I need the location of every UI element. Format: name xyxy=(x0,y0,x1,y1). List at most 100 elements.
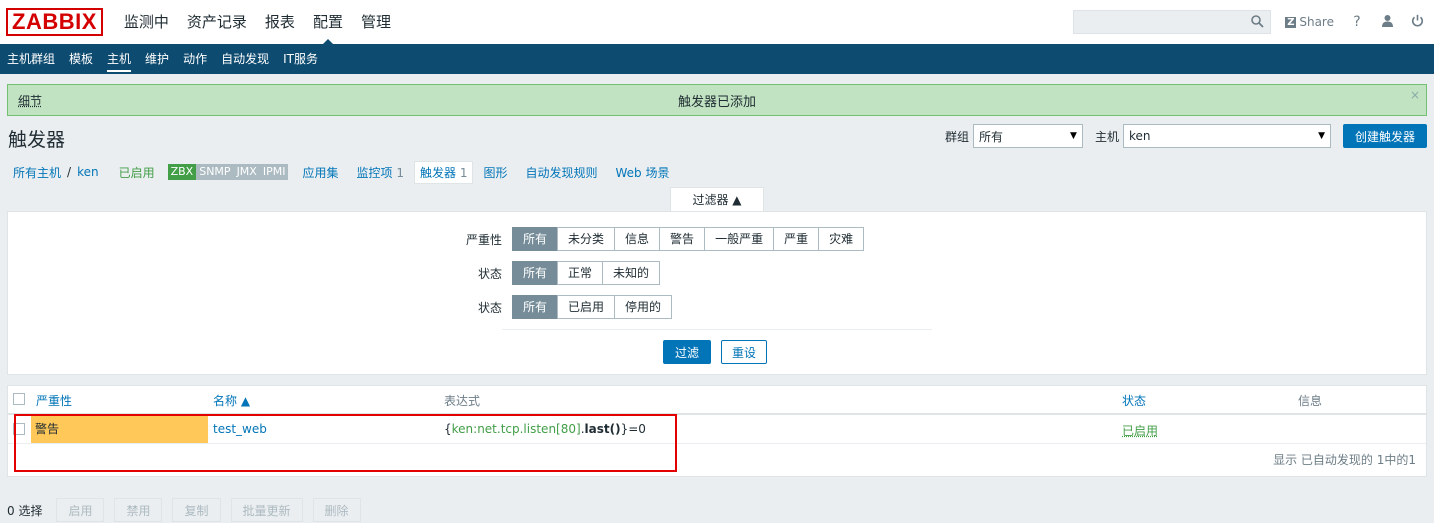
chevron-down-icon: ▼ xyxy=(1070,131,1077,141)
mass-update-button[interactable]: 批量更新 xyxy=(230,498,303,522)
trigger-name-link[interactable]: test_web xyxy=(213,422,267,436)
filter-panel: 严重性 所有 未分类 信息 警告 一般严重 严重 灾难 状态 所有 正常 未知的… xyxy=(7,211,1427,375)
status-option-all[interactable]: 所有 xyxy=(512,295,559,319)
expression-open: { xyxy=(444,422,452,436)
status-option-disabled[interactable]: 停用的 xyxy=(614,295,673,319)
zbx-tag: ZBX xyxy=(167,164,197,180)
subnav-actions[interactable]: 动作 xyxy=(176,44,214,74)
severity-option-warning[interactable]: 警告 xyxy=(659,227,706,251)
header-right: Z Share ? xyxy=(1073,0,1424,44)
state-segmented-control: 所有 正常 未知的 xyxy=(512,261,661,285)
filter-toggle-tab[interactable]: 过滤器 ▲ xyxy=(670,187,764,212)
subnav-hosts[interactable]: 主机 xyxy=(100,44,138,74)
row-checkbox[interactable] xyxy=(13,423,25,435)
expression-close: }=0 xyxy=(620,422,646,436)
ipmi-tag: IPMI xyxy=(259,164,289,180)
host-status-link[interactable]: 已启用 xyxy=(113,164,161,181)
expression-function: last() xyxy=(584,422,621,436)
triggers-tab[interactable]: 触发器 1 xyxy=(413,160,474,184)
state-option-all[interactable]: 所有 xyxy=(512,261,559,285)
reset-filter-button[interactable]: 重设 xyxy=(721,340,768,364)
filter-buttons: 过滤 重设 xyxy=(663,340,768,364)
trigger-status-link[interactable]: 已启用 xyxy=(1122,422,1158,439)
user-profile-icon[interactable] xyxy=(1380,14,1394,31)
message-details-link[interactable]: 细节 xyxy=(18,92,42,109)
subnav-templates[interactable]: 模板 xyxy=(62,44,100,74)
subnav-it-services[interactable]: IT服务 xyxy=(276,44,325,74)
apply-filter-button[interactable]: 过滤 xyxy=(663,340,712,364)
enable-button[interactable]: 启用 xyxy=(56,498,105,522)
state-filter-row: 状态 所有 正常 未知的 xyxy=(456,261,661,285)
column-status[interactable]: 状态 xyxy=(1122,392,1146,409)
top-header: ZABBIX 监测中 资产记录 报表 配置 管理 Z Share ? xyxy=(0,0,1434,44)
table-footer-count: 显示 已自动发现的 1中的1 xyxy=(1273,453,1416,467)
select-all-checkbox[interactable] xyxy=(13,393,25,405)
menu-reports[interactable]: 报表 xyxy=(256,0,304,44)
column-name[interactable]: 名称 ▲ xyxy=(213,392,250,409)
table-row: 警告 test_web {ken:net.tcp.listen[80].last… xyxy=(8,415,1426,444)
disable-button[interactable]: 禁用 xyxy=(114,498,163,522)
copy-button[interactable]: 复制 xyxy=(172,498,221,522)
table-header: 严重性 名称 ▲ 表达式 状态 信息 xyxy=(8,386,1426,415)
column-severity[interactable]: 严重性 xyxy=(36,392,72,409)
severity-segmented-control: 所有 未分类 信息 警告 一般严重 严重 灾难 xyxy=(512,227,865,251)
zabbix-logo[interactable]: ZABBIX xyxy=(6,8,103,36)
search-input[interactable] xyxy=(1074,11,1271,33)
search-icon[interactable] xyxy=(1251,15,1264,31)
page-title: 触发器 xyxy=(8,128,66,151)
applications-link[interactable]: 应用集 xyxy=(296,164,344,181)
selected-count: 0 选择 xyxy=(7,503,43,518)
status-filter-row: 状态 所有 已启用 停用的 xyxy=(456,295,673,319)
subnav-discovery[interactable]: 自动发现 xyxy=(214,44,276,74)
share-label: Share xyxy=(1299,15,1334,29)
status-filter-label: 状态 xyxy=(477,300,502,315)
menu-administration[interactable]: 管理 xyxy=(352,0,400,44)
chevron-down-icon: ▼ xyxy=(1318,131,1325,141)
severity-filter-row: 严重性 所有 未分类 信息 警告 一般严重 严重 灾难 xyxy=(456,227,865,251)
severity-option-information[interactable]: 信息 xyxy=(614,227,661,251)
menu-monitoring[interactable]: 监测中 xyxy=(115,0,178,44)
items-link[interactable]: 监控项 1 xyxy=(350,164,409,181)
subnav-host-groups[interactable]: 主机群组 xyxy=(0,44,62,74)
group-select[interactable]: 所有 ▼ xyxy=(972,124,1083,148)
severity-option-average[interactable]: 一般严重 xyxy=(704,227,775,251)
host-select[interactable]: ken ▼ xyxy=(1122,124,1331,148)
filter-divider xyxy=(502,329,932,330)
share-button[interactable]: Z Share xyxy=(1285,15,1334,29)
state-option-unknown[interactable]: 未知的 xyxy=(602,261,661,285)
snmp-tag: SNMP xyxy=(196,164,234,180)
close-icon[interactable]: × xyxy=(1410,88,1420,102)
create-trigger-button[interactable]: 创建触发器 xyxy=(1342,124,1427,148)
menu-inventory[interactable]: 资产记录 xyxy=(178,0,256,44)
host-link[interactable]: ken xyxy=(71,165,105,179)
status-option-enabled[interactable]: 已启用 xyxy=(557,295,616,319)
availability-tags: ZBX SNMP JMX IPMI xyxy=(167,164,289,180)
severity-option-high[interactable]: 严重 xyxy=(773,227,820,251)
help-icon[interactable]: ? xyxy=(1350,14,1364,30)
expression-item-key[interactable]: ken:net.tcp.listen[80] xyxy=(452,422,581,436)
group-label: 群组 xyxy=(944,129,969,144)
search-box xyxy=(1073,10,1272,34)
severity-option-all[interactable]: 所有 xyxy=(512,227,559,251)
title-row: 触发器 群组 所有 ▼ 主机 ken ▼ 创建触发器 xyxy=(0,116,1434,160)
group-select-value: 所有 xyxy=(978,129,1003,144)
triggers-table: 严重性 名称 ▲ 表达式 状态 信息 警告 test_web {ken:net.… xyxy=(7,385,1427,477)
graphs-link[interactable]: 图形 xyxy=(477,164,513,181)
severity-option-disaster[interactable]: 灾难 xyxy=(818,227,865,251)
host-nav: 所有主机 / ken 已启用 ZBX SNMP JMX IPMI 应用集 监控项… xyxy=(7,160,1434,184)
web-scenarios-link[interactable]: Web 场景 xyxy=(609,164,675,181)
sub-nav: 主机群组 模板 主机 维护 动作 自动发现 IT服务 xyxy=(0,44,1434,74)
subnav-maintenance[interactable]: 维护 xyxy=(138,44,176,74)
triggers-count: 1 xyxy=(459,165,468,180)
delete-button[interactable]: 删除 xyxy=(312,498,361,522)
state-option-normal[interactable]: 正常 xyxy=(557,261,604,285)
discovery-rules-link[interactable]: 自动发现规则 xyxy=(519,164,603,181)
menu-configuration[interactable]: 配置 xyxy=(304,0,352,44)
severity-option-not-classified[interactable]: 未分类 xyxy=(557,227,616,251)
severity-filter-label: 严重性 xyxy=(465,232,502,247)
items-count: 1 xyxy=(396,165,404,180)
power-icon[interactable] xyxy=(1410,14,1424,31)
all-hosts-link[interactable]: 所有主机 xyxy=(7,164,67,181)
state-filter-label: 状态 xyxy=(477,266,502,281)
host-select-value: ken xyxy=(1128,129,1151,143)
